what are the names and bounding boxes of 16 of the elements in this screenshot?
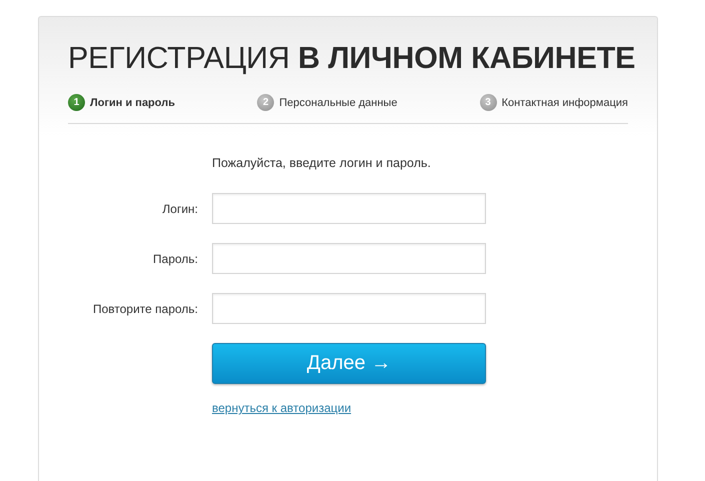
- field-label: Повторите пароль:: [92, 302, 198, 316]
- input-field[interactable]: [212, 293, 486, 324]
- instruction-text: Пожалуйста, введите логин и пароль.: [212, 156, 432, 170]
- step-number: 1: [68, 94, 85, 112]
- back-to-login-link[interactable]: вернуться к авторизации: [212, 401, 352, 416]
- input-field[interactable]: [212, 193, 486, 224]
- field-label: Логин:: [161, 202, 198, 216]
- step-label: Контактная информация: [502, 96, 628, 109]
- step-number: 3: [480, 94, 497, 112]
- step-number: 2: [257, 94, 274, 112]
- field-label: Пароль:: [152, 252, 198, 266]
- input-field[interactable]: [212, 243, 486, 274]
- step-label: Логин и пароль: [90, 96, 175, 109]
- step-label: Персональные данные: [279, 96, 398, 109]
- next-button[interactable]: Далее →: [212, 343, 486, 384]
- page-title: РЕГИСТРАЦИЯ В ЛИЧНОМ КАБИНЕТЕ: [68, 40, 636, 77]
